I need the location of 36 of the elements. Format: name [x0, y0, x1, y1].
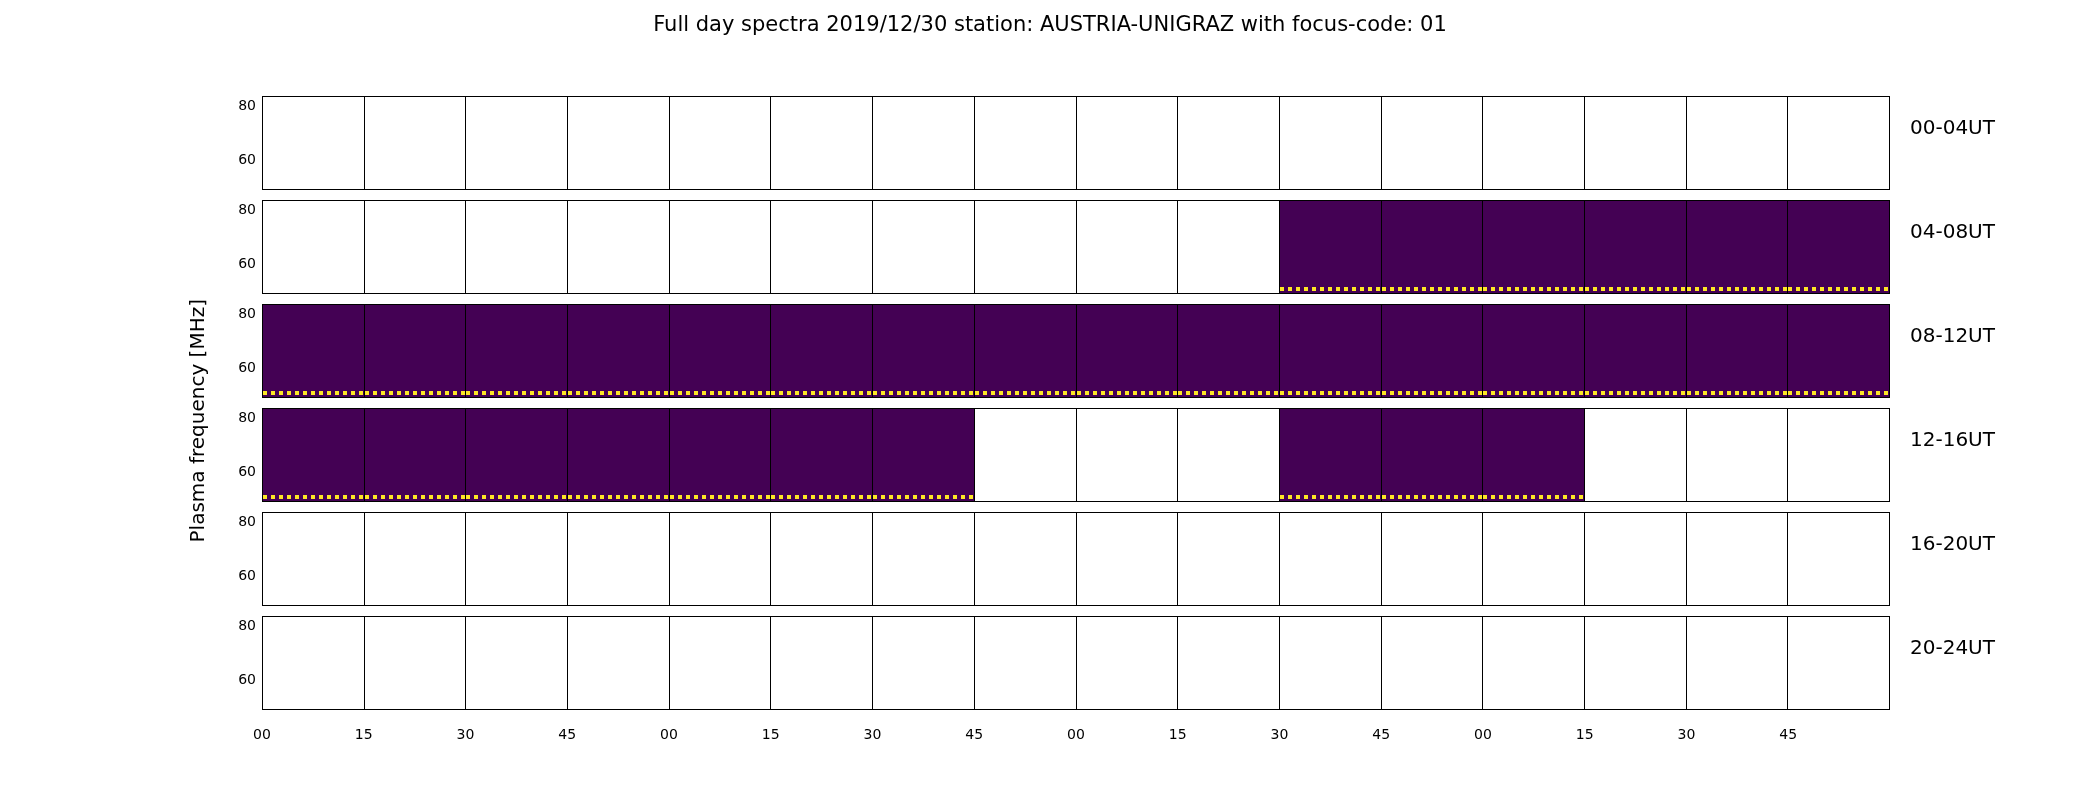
- y-tick-label: 80: [238, 202, 256, 216]
- x-tick-label: 15: [761, 725, 780, 744]
- row-label: 00-04UT: [1910, 115, 1995, 139]
- y-tick-label: 60: [238, 256, 256, 270]
- x-tick-label: 30: [1270, 725, 1289, 744]
- row-label: 20-24UT: [1910, 635, 1995, 659]
- x-tick-label: 30: [1677, 725, 1696, 744]
- y-tick-label: 60: [238, 568, 256, 582]
- x-tick-label: 00: [253, 725, 271, 744]
- y-tick-label: 80: [238, 514, 256, 528]
- x-tick-label: 00: [1067, 725, 1085, 744]
- y-tick-label: 60: [238, 672, 256, 686]
- x-tick-label: 30: [863, 725, 882, 744]
- y-tick-label: 80: [238, 410, 256, 424]
- y-tick-label: 80: [238, 98, 256, 112]
- y-axis-label: Plasma frequency [MHz]: [184, 298, 210, 543]
- y-tick-label: 60: [238, 464, 256, 478]
- y-tick-label: 60: [238, 152, 256, 166]
- row-label: 16-20UT: [1910, 531, 1995, 555]
- x-tick-label: 00: [660, 725, 678, 744]
- y-tick-label: 80: [238, 306, 256, 320]
- row-label: 08-12UT: [1910, 323, 1995, 347]
- x-tick-label: 30: [456, 725, 475, 744]
- x-tick-label: 15: [354, 725, 373, 744]
- x-tick-label: 45: [1372, 725, 1391, 744]
- x-tick-label: 15: [1168, 725, 1187, 744]
- x-tick-label: 45: [965, 725, 984, 744]
- y-tick-label: 60: [238, 360, 256, 374]
- x-tick-label: 45: [558, 725, 577, 744]
- x-tick-label: 15: [1575, 725, 1594, 744]
- x-tick-label: 45: [1779, 725, 1798, 744]
- row-label: 12-16UT: [1910, 427, 1995, 451]
- y-tick-label: 80: [238, 618, 256, 632]
- x-tick-label: 00: [1474, 725, 1492, 744]
- figure-title: Full day spectra 2019/12/30 station: AUSTRIA-UNIGRAZ with focus-code: 01: [653, 12, 1447, 38]
- row-label: 04-08UT: [1910, 219, 1995, 243]
